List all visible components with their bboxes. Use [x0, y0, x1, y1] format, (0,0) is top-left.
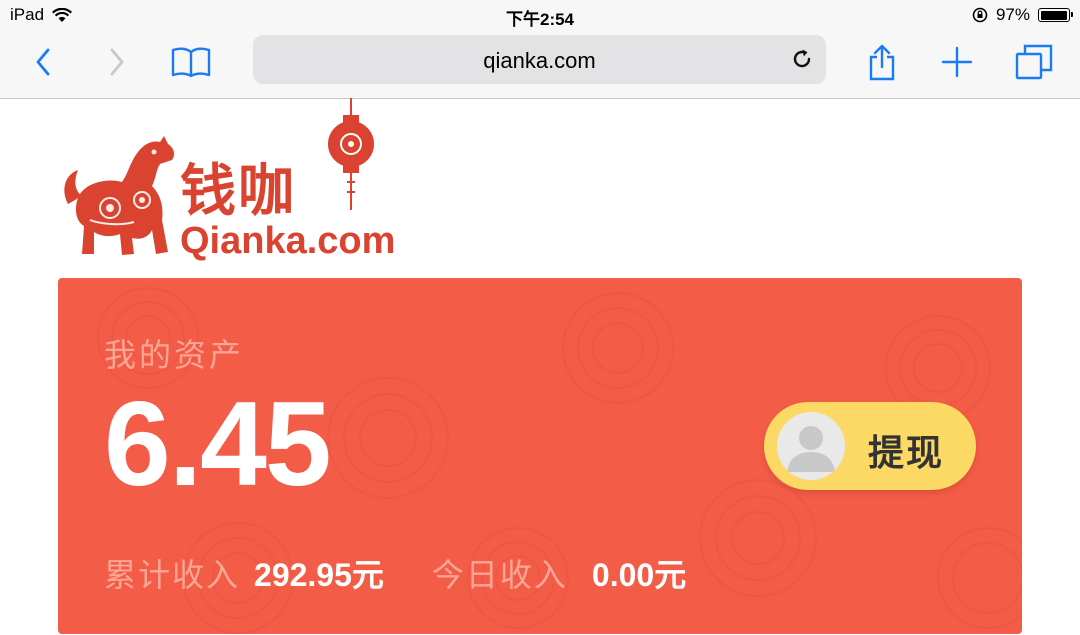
logo-en-text: Qianka.com: [180, 220, 396, 262]
tabs-icon: [1015, 44, 1053, 80]
logo-cn-text: 钱咖: [180, 158, 296, 224]
asset-card: 我的资产 6.45 提现 累计收入 292.95元 今日收入 0.00元: [58, 278, 1022, 634]
new-tab-icon: [941, 46, 973, 78]
today-income-label: 今日收入: [431, 557, 568, 593]
tabs-button[interactable]: [1014, 42, 1054, 82]
orientation-lock-icon: [972, 7, 988, 23]
forward-icon: [110, 48, 124, 76]
lantern-icon: [328, 98, 374, 210]
forward-button[interactable]: [102, 42, 132, 82]
browser-toolbar: qianka.com: [0, 30, 1080, 99]
status-right: 97%: [972, 5, 1073, 25]
user-icon: [787, 426, 835, 472]
bookmarks-icon: [171, 47, 211, 78]
total-income-label: 累计收入: [104, 557, 241, 593]
withdraw-button[interactable]: 提现: [764, 402, 976, 490]
assets-title: 我的资产: [104, 337, 245, 373]
back-button[interactable]: [28, 42, 58, 82]
bookmarks-button[interactable]: [170, 42, 212, 82]
total-income-value: 292.95元: [254, 557, 384, 593]
battery-percent: 97%: [995, 5, 1030, 24]
url-text: qianka.com: [483, 48, 596, 73]
dog-papercut-icon: [64, 136, 175, 255]
avatar: [777, 412, 845, 480]
share-icon: [869, 44, 895, 81]
withdraw-label: 提现: [868, 432, 945, 473]
qianka-logo: 钱咖 Qianka.com: [60, 98, 410, 268]
battery-icon: [1038, 8, 1073, 22]
today-income-value: 0.00元: [591, 557, 687, 593]
status-bar: iPad 下午2:54 97%: [0, 0, 1080, 30]
income-stats: 累计收入 292.95元 今日收入 0.00元: [104, 550, 686, 596]
share-button[interactable]: [866, 42, 898, 82]
address-bar[interactable]: qianka.com: [253, 35, 826, 84]
status-time: 下午2:54: [505, 10, 575, 29]
reload-icon[interactable]: [790, 47, 814, 71]
back-icon: [36, 48, 50, 76]
new-tab-button[interactable]: [940, 42, 974, 82]
balance-value: 6.45: [104, 377, 332, 511]
